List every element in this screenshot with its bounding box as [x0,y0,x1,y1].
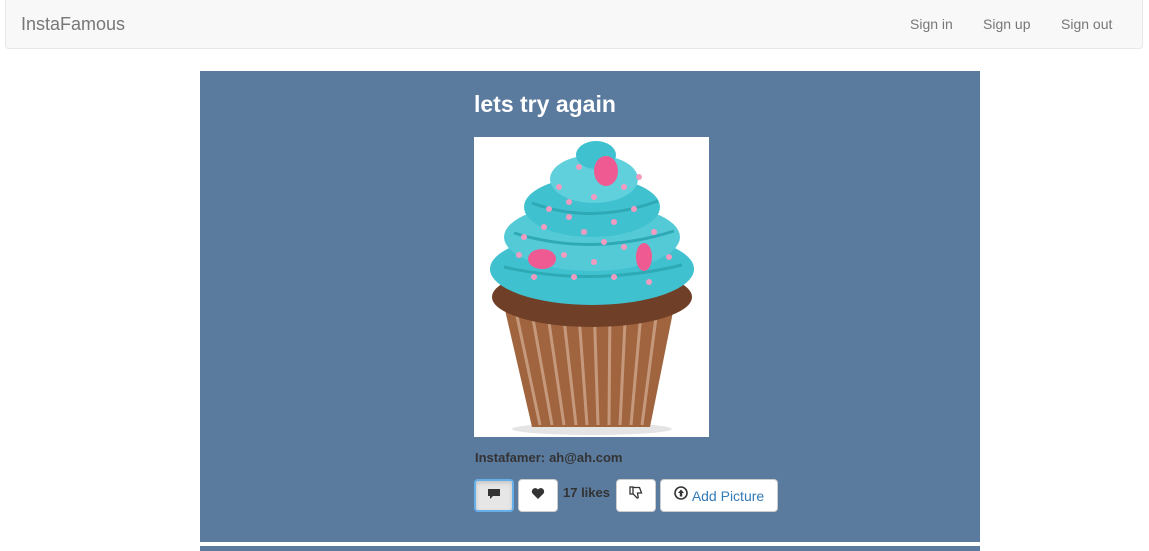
add-picture-button[interactable]: Add Picture [660,479,778,512]
likes-count: 17 likes [563,485,610,500]
comment-button[interactable] [474,479,514,512]
post-title: lets try again [474,91,616,117]
heart-icon [531,487,545,505]
post-owner: Instafamer: ah@ah.com [475,450,622,465]
navbar: InstaFamous Sign in Sign up Sign out [5,0,1143,49]
brand-link[interactable]: InstaFamous [21,14,125,35]
post-image [474,137,709,437]
unlike-button[interactable] [616,479,656,512]
add-picture-label: Add Picture [691,487,765,504]
upload-circle-icon [674,486,688,505]
like-button[interactable] [518,479,558,512]
owner-email: ah@ah.com [549,450,623,465]
sign-up-link[interactable]: Sign up [983,16,1030,32]
owner-label: Instafamer: [475,450,546,465]
thumbs-down-icon [629,486,643,505]
comment-icon [487,487,501,505]
sign-in-link[interactable]: Sign in [910,16,953,32]
sign-out-link[interactable]: Sign out [1061,16,1112,32]
post-panel: lets try again Instafamer: ah@ah.com 17 … [200,71,980,542]
next-post-panel [200,546,980,551]
